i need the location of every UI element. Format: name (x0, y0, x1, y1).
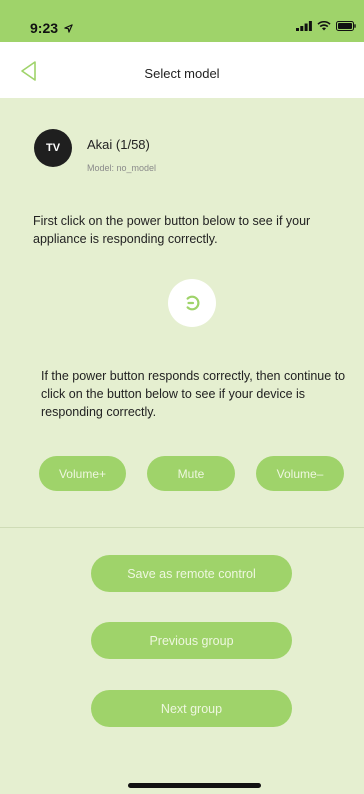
power-instruction: First click on the power button below to… (33, 214, 311, 246)
status-icons (296, 21, 356, 31)
previous-group-button[interactable]: Previous group (91, 622, 292, 659)
device-model: Model: no_model (87, 163, 157, 173)
status-time-group: 9:23 (30, 20, 73, 36)
status-time: 9:23 (30, 20, 59, 36)
wifi-icon (317, 21, 331, 31)
button-instruction: If the power button responds correctly, … (41, 369, 346, 419)
power-button[interactable] (168, 279, 216, 327)
home-indicator[interactable] (128, 783, 261, 788)
mute-button[interactable]: Mute (147, 456, 235, 491)
divider (0, 527, 364, 528)
location-arrow-icon (64, 24, 73, 33)
page-title: Select model (144, 66, 220, 81)
signal-icon (296, 21, 312, 31)
volume-up-button[interactable]: Volume+ (39, 456, 126, 491)
tv-avatar: TV (34, 129, 72, 167)
next-group-button[interactable]: Next group (91, 690, 292, 727)
save-as-remote-button[interactable]: Save as remote control (91, 555, 292, 592)
battery-icon (336, 21, 356, 31)
status-bar: 9:23 (0, 0, 364, 42)
device-name: Akai (1/58) (87, 137, 150, 152)
power-icon (186, 295, 200, 311)
navigation-bar: Select model (0, 42, 364, 98)
volume-down-button[interactable]: Volume– (256, 456, 344, 491)
